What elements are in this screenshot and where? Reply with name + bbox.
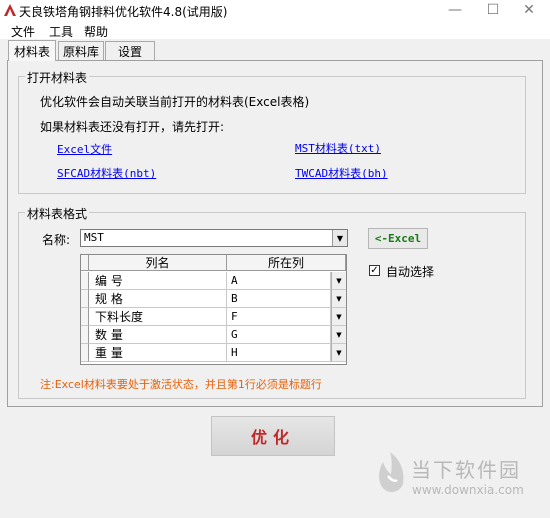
name-label: 名称: — [42, 233, 71, 247]
window-title: 天良铁塔角钢排料优化软件4.8(试用版) — [19, 5, 228, 19]
materials-format-group-title: 材料表格式 — [25, 205, 90, 222]
column-header-position: 所在列 — [227, 255, 346, 271]
table-cell-name[interactable]: 下料长度 — [89, 308, 227, 326]
table-cell-name[interactable]: 规 格 — [89, 290, 227, 308]
row-header — [81, 290, 89, 308]
menu-help[interactable]: 帮助 — [84, 23, 108, 40]
table-cell-column[interactable]: B — [227, 290, 331, 308]
chevron-down-icon[interactable]: ▼ — [331, 290, 346, 308]
column-header-name: 列名 — [89, 255, 227, 271]
row-header — [81, 308, 89, 326]
auto-select-label: 自动选择 — [386, 265, 435, 279]
table-cell-column[interactable]: G — [227, 326, 331, 344]
name-select-value: MST — [84, 231, 104, 244]
table-cell-column[interactable]: A — [227, 272, 331, 290]
table-cell-column[interactable]: H — [227, 344, 331, 362]
chevron-down-icon[interactable]: ▼ — [331, 308, 346, 326]
row-header — [81, 326, 89, 344]
tab-settings[interactable]: 设置 — [105, 41, 155, 60]
chevron-down-icon[interactable]: ▼ — [331, 272, 346, 290]
watermark-site-url: www.downxia.com — [412, 483, 524, 497]
maximize-button[interactable]: ☐ — [476, 0, 510, 20]
name-select[interactable] — [80, 229, 348, 247]
open-description: 优化软件会自动关联当前打开的材料表(Excel表格) — [40, 95, 310, 109]
optimize-button[interactable]: 优化 — [211, 416, 335, 456]
app-logo-icon — [4, 4, 16, 16]
tab-stock-library[interactable]: 原料库 — [58, 41, 104, 60]
menu-tools[interactable]: 工具 — [49, 23, 73, 40]
twcad-file-link[interactable]: TWCAD材料表(bh) — [295, 165, 388, 181]
open-materials-group-title: 打开材料表 — [25, 69, 90, 86]
watermark-logo-icon — [379, 452, 404, 492]
excel-file-link[interactable]: Excel文件 — [57, 141, 112, 157]
menu-file[interactable]: 文件 — [11, 23, 35, 40]
row-header — [81, 344, 89, 362]
table-corner — [81, 255, 89, 271]
sfcad-file-link[interactable]: SFCAD材料表(nbt) — [57, 165, 156, 181]
menu-bar — [0, 20, 550, 39]
open-hint: 如果材料表还没有打开，请先打开: — [40, 120, 225, 134]
chevron-down-icon[interactable]: ▼ — [331, 326, 346, 344]
close-button[interactable]: ✕ — [512, 0, 546, 20]
table-cell-name[interactable]: 数 量 — [89, 326, 227, 344]
watermark-site-name: 当下软件园 — [411, 458, 521, 482]
row-header — [81, 272, 89, 290]
mst-file-link[interactable]: MST材料表(txt) — [295, 140, 381, 156]
excel-import-button[interactable]: <-Excel — [368, 228, 428, 249]
table-cell-name[interactable]: 编 号 — [89, 272, 227, 290]
table-cell-name[interactable]: 重 量 — [89, 344, 227, 362]
excel-note: 注:Excel材料表要处于激活状态，并且第1行必须是标题行 — [40, 378, 322, 391]
auto-select-checkbox[interactable]: ✓ — [369, 265, 380, 276]
chevron-down-icon[interactable]: ▼ — [332, 230, 347, 246]
table-cell-column[interactable]: F — [227, 308, 331, 326]
minimize-button[interactable]: — — [438, 0, 472, 20]
chevron-down-icon[interactable]: ▼ — [331, 344, 346, 362]
tab-materials[interactable]: 材料表 — [8, 40, 56, 61]
